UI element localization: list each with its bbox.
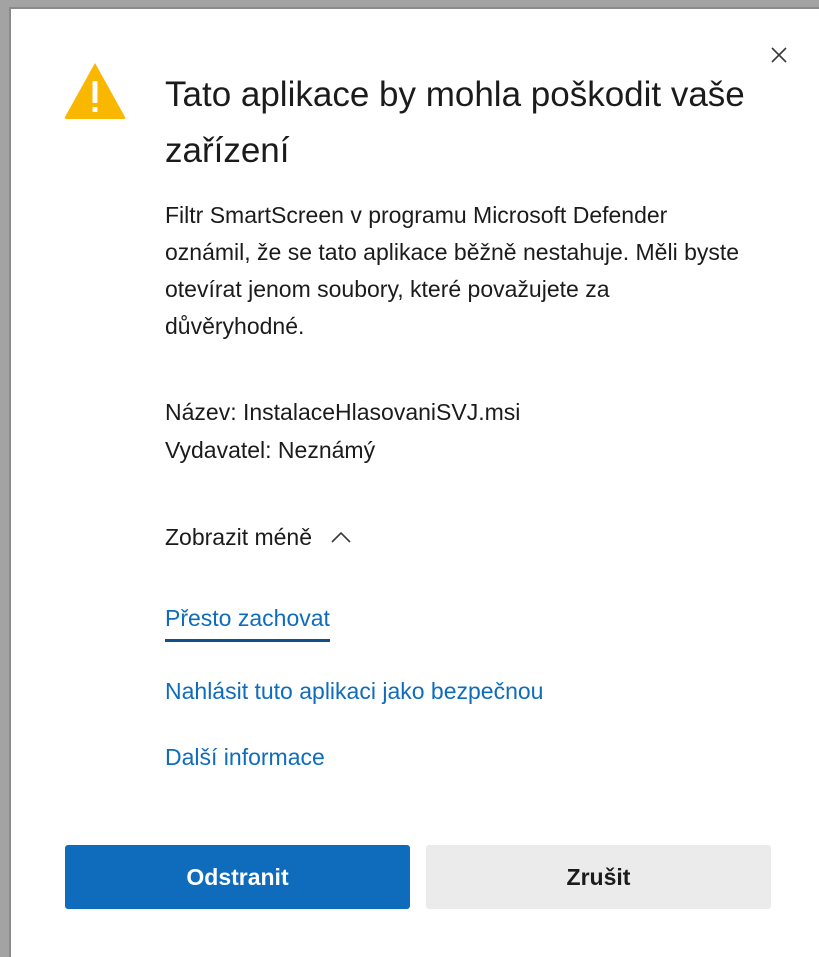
close-button[interactable] (767, 43, 791, 67)
cancel-button[interactable]: Zrušit (426, 845, 771, 909)
more-info-link[interactable]: Další informace (165, 740, 325, 774)
keep-anyway-link[interactable]: Přesto zachovat (165, 601, 330, 642)
publisher: Vydavatel: Neznámý (165, 437, 376, 463)
dialog-title: Tato aplikace by mohla poškodit vaše zař… (165, 75, 745, 170)
close-icon (771, 47, 787, 63)
show-less-toggle[interactable]: Zobrazit méně (165, 517, 352, 557)
toggle-label: Zobrazit méně (165, 524, 313, 550)
dialog-description: Filtr SmartScreen v programu Microsoft D… (165, 202, 740, 339)
report-safe-link[interactable]: Nahlásit tuto aplikaci jako bezpečnou (165, 674, 543, 708)
warning-icon (64, 63, 126, 119)
delete-button[interactable]: Odstranit (65, 845, 410, 909)
chevron-up-icon (330, 530, 352, 544)
file-details: Název: InstalaceHlasovaniSVJ.msi Vydavat… (165, 393, 520, 469)
file-name: Název: InstalaceHlasovaniSVJ.msi (165, 399, 521, 425)
smartscreen-dialog: Tato aplikace by mohla poškodit vaše zař… (9, 7, 819, 957)
